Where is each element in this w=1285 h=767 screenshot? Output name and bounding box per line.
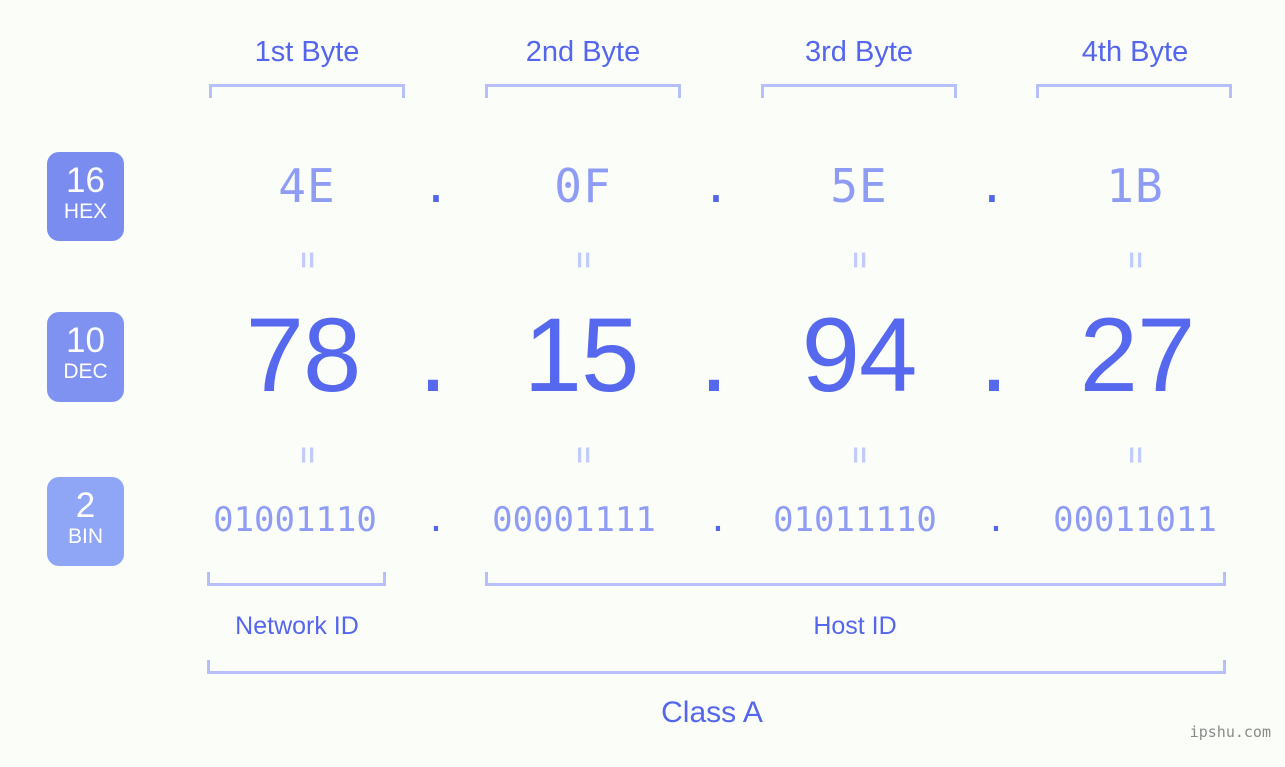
base-badge-bin-abbr: BIN [67, 525, 103, 548]
hex-dot-3: . [978, 159, 1006, 213]
hex-octet-4: 1B [1106, 159, 1164, 213]
network-id-label: Network ID [235, 612, 359, 640]
byte-header-label-4: 4th Byte [1081, 36, 1189, 68]
network-id-bracket [207, 572, 386, 586]
hex-octet-1: 4E [278, 159, 336, 213]
host-id-label: Host ID [813, 612, 897, 640]
equals-dec-bin-2: = [567, 446, 600, 464]
class-bracket [207, 660, 1226, 674]
equals-hex-dec-2: = [567, 251, 600, 269]
class-label: Class A [661, 696, 763, 729]
equals-dec-bin-4: = [1119, 446, 1152, 464]
base-badge-bin-number: 2 [75, 486, 96, 525]
bin-octet-1: 01001110 [213, 500, 377, 540]
equals-hex-dec-4: = [1119, 251, 1152, 269]
dec-octet-4: 27 [1079, 297, 1196, 414]
hex-dot-2: . [702, 159, 730, 213]
byte-bracket-1 [209, 84, 405, 98]
dec-octet-3: 94 [801, 297, 918, 414]
hex-dot-1: . [422, 159, 450, 213]
byte-bracket-3 [761, 84, 957, 98]
equals-dec-bin-3: = [843, 446, 876, 464]
site-watermark: ipshu.com [1189, 723, 1271, 741]
base-badge-hex-number: 16 [66, 161, 105, 200]
ip-address-notation-diagram: 1st Byte 2nd Byte 3rd Byte 4th Byte 16 H… [0, 0, 1285, 767]
base-badge-hex-abbr: HEX [63, 200, 108, 223]
hex-octet-3: 5E [830, 159, 888, 213]
bin-dot-1: . [425, 500, 447, 540]
byte-bracket-2 [485, 84, 681, 98]
base-badge-dec: 10 DEC [47, 312, 124, 402]
equals-hex-dec-1: = [291, 251, 324, 269]
bin-octet-2: 00001111 [492, 500, 656, 540]
byte-header-label-2: 2nd Byte [525, 36, 641, 68]
byte-header-label-1: 1st Byte [254, 36, 360, 68]
base-badge-dec-abbr: DEC [63, 360, 108, 383]
equals-dec-bin-1: = [291, 446, 324, 464]
byte-bracket-4 [1036, 84, 1232, 98]
dec-dot-3: . [979, 297, 1009, 414]
hex-octet-2: 0F [554, 159, 612, 213]
bin-dot-3: . [985, 500, 1007, 540]
bin-octet-4: 00011011 [1053, 500, 1217, 540]
bin-octet-3: 01011110 [773, 500, 937, 540]
base-badge-bin: 2 BIN [47, 477, 124, 566]
dec-octet-2: 15 [523, 297, 640, 414]
bin-dot-2: . [707, 500, 729, 540]
dec-dot-2: . [699, 297, 729, 414]
equals-hex-dec-3: = [843, 251, 876, 269]
host-id-bracket [485, 572, 1226, 586]
byte-header-label-3: 3rd Byte [805, 36, 913, 68]
dec-dot-1: . [418, 297, 448, 414]
base-badge-hex: 16 HEX [47, 152, 124, 241]
dec-octet-1: 78 [245, 297, 362, 414]
base-badge-dec-number: 10 [66, 321, 105, 360]
